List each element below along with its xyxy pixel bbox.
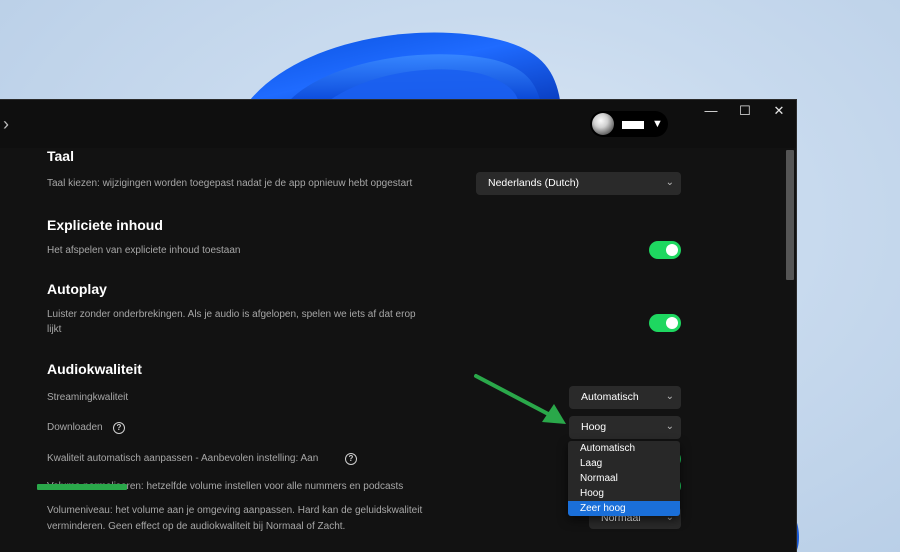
- username-redacted: [622, 121, 644, 129]
- avatar: [592, 113, 614, 135]
- minimize-icon[interactable]: —: [694, 100, 728, 122]
- scrollbar-thumb[interactable]: [786, 150, 794, 280]
- spotify-window: › ▼ — ☐ ✕ Taal Taal kiezen: wijzigingen …: [0, 100, 796, 552]
- close-icon[interactable]: ✕: [762, 100, 796, 122]
- annotation-arrow: [474, 374, 566, 424]
- title-bar: › ▼ — ☐ ✕: [0, 100, 796, 148]
- scrollbar[interactable]: [784, 148, 796, 552]
- settings-content: Taal Taal kiezen: wijzigingen worden toe…: [0, 148, 784, 552]
- user-menu-button[interactable]: ▼: [590, 111, 668, 137]
- maximize-icon[interactable]: ☐: [728, 100, 762, 122]
- caret-down-icon: ▼: [652, 118, 663, 130]
- nav-forward-icon[interactable]: ›: [0, 112, 16, 136]
